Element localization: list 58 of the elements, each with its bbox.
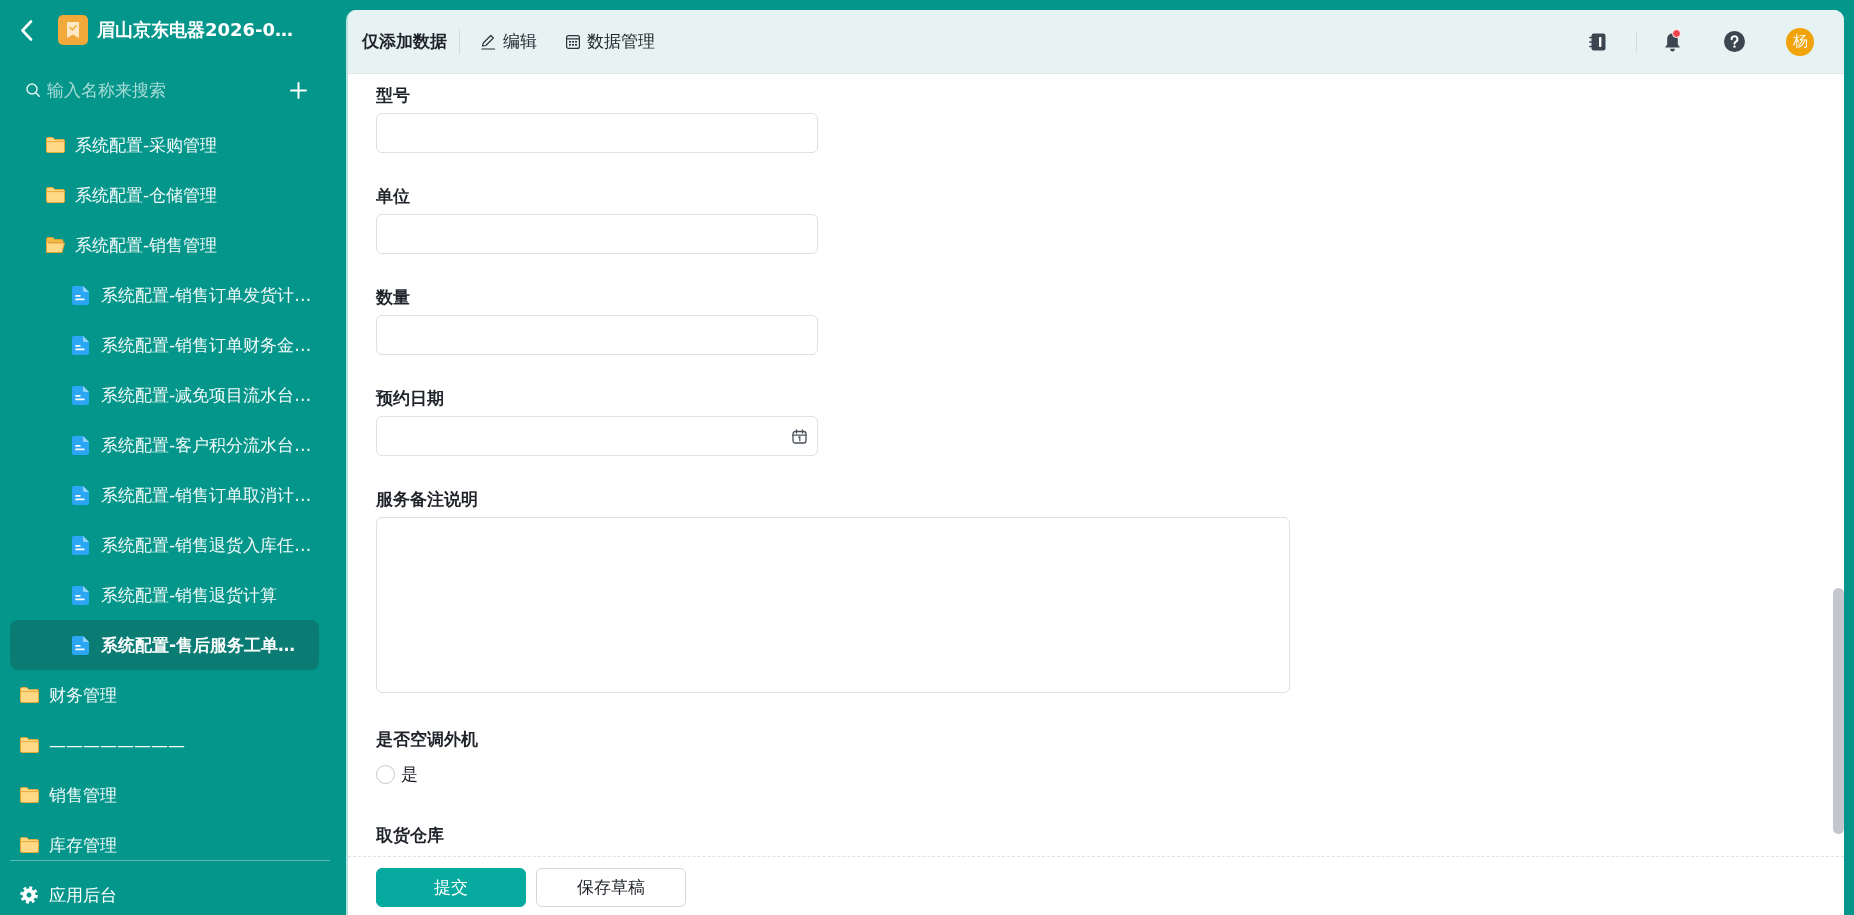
calendar-icon <box>792 428 807 444</box>
bookmark-logo-icon <box>58 15 88 45</box>
tree-item[interactable]: 系统配置-客户积分流水台… <box>10 420 319 470</box>
search-field[interactable]: 输入名称来搜索 <box>47 77 277 103</box>
tree-item[interactable]: ———————— <box>10 720 319 770</box>
search-icon <box>26 83 40 97</box>
scrollbar-thumb[interactable] <box>1833 588 1844 834</box>
document-icon <box>72 435 89 455</box>
tree-item[interactable]: 财务管理 <box>10 670 319 720</box>
document-icon <box>72 485 89 505</box>
text-field[interactable] <box>376 315 818 355</box>
field-label: 预约日期 <box>376 387 444 410</box>
submit-button[interactable]: 提交 <box>376 868 526 907</box>
tree-item[interactable]: 系统配置-销售订单发货计… <box>10 270 319 320</box>
back-icon[interactable] <box>20 19 33 41</box>
textarea-field[interactable] <box>376 517 1290 693</box>
plus-icon[interactable] <box>290 81 307 99</box>
help-icon[interactable] <box>1724 31 1745 52</box>
field-label: 是否空调外机 <box>376 728 478 751</box>
tree-item[interactable]: 系统配置-售后服务工单… <box>10 620 319 670</box>
field-label: 数量 <box>376 286 410 309</box>
toolbar-button[interactable]: 编辑 <box>480 30 537 53</box>
tree-item[interactable]: 系统配置-销售退货入库任… <box>10 520 319 570</box>
app-title: 眉山京东电器2026-0… <box>97 18 294 42</box>
document-icon <box>72 585 89 605</box>
field-label: 取货仓库 <box>376 824 444 847</box>
gear-icon <box>20 886 38 904</box>
tree-item[interactable]: 系统配置-销售管理 <box>10 220 319 270</box>
tree-item[interactable]: 系统配置-仓储管理 <box>10 170 319 220</box>
tree-item[interactable]: 销售管理 <box>10 770 319 820</box>
text-field[interactable] <box>376 214 818 254</box>
tree-item[interactable]: 库存管理 <box>10 820 319 860</box>
notebook-icon[interactable] <box>1589 32 1607 51</box>
document-icon <box>72 285 89 305</box>
field-label: 服务备注说明 <box>376 488 478 511</box>
document-icon <box>72 385 89 405</box>
avatar[interactable]: 杨 <box>1786 27 1814 56</box>
radio-button[interactable] <box>376 764 395 784</box>
date-field[interactable] <box>376 416 818 456</box>
tree-item[interactable]: 系统配置-销售退货计算 <box>10 570 319 620</box>
toolbar-button[interactable]: 数据管理 <box>566 30 655 53</box>
pencil-icon <box>480 33 496 50</box>
page-title: 仅添加数据 <box>362 30 447 53</box>
text-field[interactable] <box>376 113 818 153</box>
tree-item[interactable]: 系统配置-减免项目流水台… <box>10 370 319 420</box>
bell-icon[interactable] <box>1664 31 1681 52</box>
save-draft-button[interactable]: 保存草稿 <box>536 868 686 907</box>
tree-item[interactable]: 系统配置-销售订单财务金… <box>10 320 319 370</box>
field-label: 单位 <box>376 185 410 208</box>
radio-option[interactable]: 是 <box>376 762 418 786</box>
tree-item[interactable]: 系统配置-采购管理 <box>10 120 319 170</box>
document-icon <box>72 535 89 555</box>
sidebar-footer-item[interactable]: 应用后台 <box>0 861 346 915</box>
table-icon <box>566 34 580 49</box>
document-icon <box>72 335 89 355</box>
document-icon <box>72 635 89 655</box>
tree-item[interactable]: 系统配置-销售订单取消计… <box>10 470 319 520</box>
field-label: 型号 <box>376 84 410 107</box>
